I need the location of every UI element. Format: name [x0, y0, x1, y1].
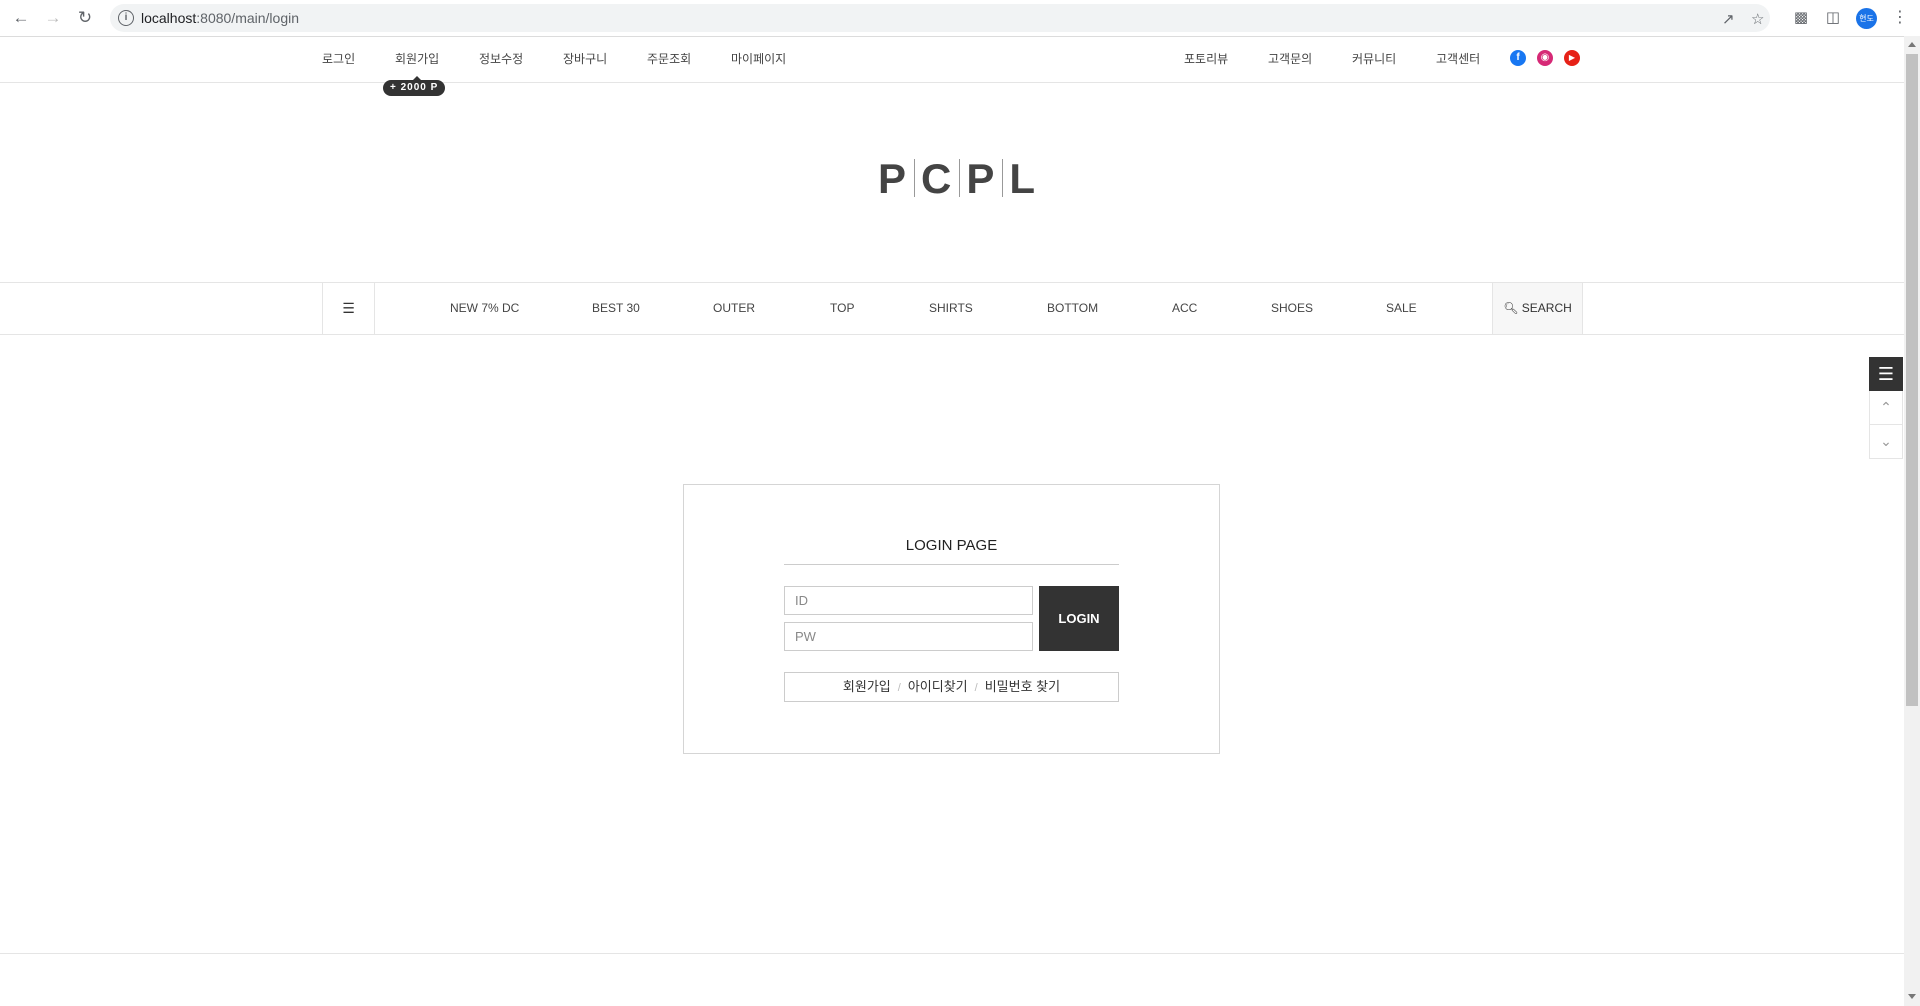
scroll-top-icon[interactable]: ⌃: [1869, 391, 1903, 425]
login-panel: LOGIN PAGE ID PW LOGIN 회원가입 / 아이디찾기 / 비밀번호 찾…: [683, 484, 1220, 754]
logo-letter: C: [921, 155, 954, 202]
order-lookup-link[interactable]: 주문조회: [647, 50, 691, 67]
category-top[interactable]: TOP: [830, 301, 854, 315]
photo-review-link[interactable]: 포토리뷰: [1184, 50, 1228, 67]
password-input[interactable]: PW: [784, 622, 1033, 651]
category-shoes[interactable]: SHOES: [1271, 301, 1313, 315]
login-link[interactable]: 로그인: [322, 50, 355, 67]
share-icon[interactable]: ↗: [1722, 10, 1735, 28]
category-outer[interactable]: OUTER: [713, 301, 755, 315]
quick-menu-icon[interactable]: ☰: [1869, 357, 1903, 391]
hamburger-menu-icon[interactable]: ☰: [322, 283, 375, 334]
find-password-link[interactable]: 비밀번호 찾기: [985, 679, 1060, 694]
signup-points-badge: + 2000 P: [383, 76, 446, 96]
login-title: LOGIN PAGE: [784, 537, 1119, 565]
browser-toolbar: ← → ↻ i localhost:8080/main/login ↗ ☆ ▩ …: [0, 0, 1920, 37]
search-label: SEARCH: [1521, 301, 1572, 315]
forward-icon[interactable]: →: [42, 7, 64, 29]
mypage-link[interactable]: 마이페이지: [731, 50, 786, 67]
extensions-icon[interactable]: ▩: [1791, 8, 1811, 28]
category-nav: ☰ NEW 7% DC BEST 30 OUTER TOP SHIRTS BOT…: [0, 282, 1904, 335]
url-text: localhost:8080/main/login: [141, 10, 299, 26]
facebook-icon[interactable]: f: [1510, 50, 1526, 66]
category-bottom[interactable]: BOTTOM: [1047, 301, 1098, 315]
category-acc[interactable]: ACC: [1172, 301, 1197, 315]
address-bar[interactable]: i localhost:8080/main/login ↗ ☆: [110, 4, 1770, 32]
logo-letter: L: [1009, 155, 1038, 202]
category-sale[interactable]: SALE: [1386, 301, 1417, 315]
quick-menu: ☰ ⌃ ⌄: [1869, 357, 1903, 459]
url-path: :8080/main/login: [196, 10, 300, 26]
side-panel-icon[interactable]: ◫: [1823, 8, 1843, 28]
search-button[interactable]: 🔍︎ SEARCH: [1492, 283, 1583, 334]
login-button[interactable]: LOGIN: [1039, 586, 1119, 651]
scroll-bottom-icon[interactable]: ⌄: [1869, 425, 1903, 459]
reload-icon[interactable]: ↻: [74, 7, 96, 29]
bookmark-star-icon[interactable]: ☆: [1751, 10, 1764, 28]
site-logo[interactable]: PCPL: [878, 155, 1037, 203]
scroll-thumb[interactable]: [1906, 54, 1918, 706]
id-input[interactable]: ID: [784, 586, 1033, 615]
community-link[interactable]: 커뮤니티: [1352, 50, 1396, 67]
scroll-up-arrow[interactable]: [1908, 42, 1916, 47]
category-best[interactable]: BEST 30: [592, 301, 640, 315]
page-scrollbar[interactable]: [1904, 36, 1920, 1006]
back-icon[interactable]: ←: [10, 7, 32, 29]
utility-bar: 로그인 회원가입 정보수정 장바구니 주문조회 마이페이지 포토리뷰 고객문의 …: [0, 36, 1904, 83]
profile-avatar[interactable]: 현도: [1856, 8, 1877, 29]
find-id-link[interactable]: 아이디찾기: [908, 679, 968, 694]
edit-info-link[interactable]: 정보수정: [479, 50, 523, 67]
search-icon: 🔍︎: [1503, 301, 1519, 315]
category-new[interactable]: NEW 7% DC: [450, 301, 519, 315]
instagram-icon[interactable]: ◉: [1537, 50, 1553, 66]
logo-letter: P: [878, 155, 909, 202]
category-shirts[interactable]: SHIRTS: [929, 301, 973, 315]
customer-center-link[interactable]: 고객센터: [1436, 50, 1480, 67]
logo-letter: P: [966, 155, 997, 202]
scroll-down-arrow[interactable]: [1908, 994, 1916, 999]
signup-link[interactable]: 회원가입: [395, 50, 439, 67]
browser-menu-icon[interactable]: ⋮: [1892, 7, 1908, 27]
url-host: localhost: [141, 10, 197, 26]
customer-inquiry-link[interactable]: 고객문의: [1268, 50, 1312, 67]
youtube-icon[interactable]: ▶: [1564, 50, 1580, 66]
signup-link-box[interactable]: 회원가입: [843, 679, 891, 694]
account-links: 회원가입 / 아이디찾기 / 비밀번호 찾기: [784, 672, 1119, 702]
cart-link[interactable]: 장바구니: [563, 50, 607, 67]
footer-divider: [0, 953, 1904, 954]
site-info-icon[interactable]: i: [118, 10, 134, 26]
